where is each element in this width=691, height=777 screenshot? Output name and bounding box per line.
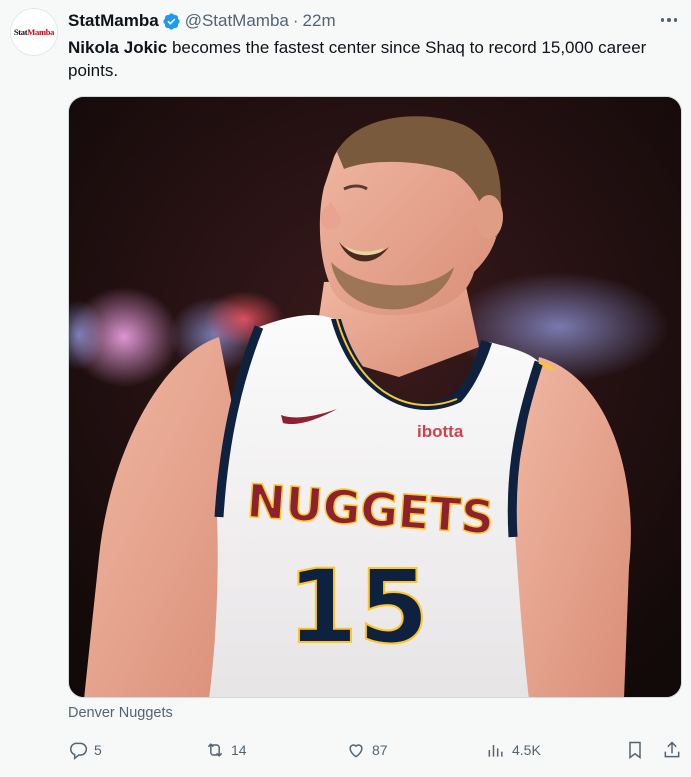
tweet-media-image[interactable]: ibotta NUGGETS 15 [68,96,682,698]
verified-badge-icon[interactable] [162,12,181,31]
avatar[interactable]: Stat Mamba [10,8,58,56]
heart-icon [349,744,363,758]
share-button[interactable] [662,738,682,762]
avatar-text-mamba: Mamba [27,27,55,37]
more-options-icon[interactable] [657,10,681,30]
views-button[interactable]: 4.5K [486,738,541,762]
reply-button[interactable]: 5 [68,738,102,762]
repost-icon [207,743,223,757]
user-handle[interactable]: @StatMamba [185,11,289,31]
tweet-text: Nikola Jokic becomes the fastest center … [68,36,668,82]
like-button[interactable]: 87 [346,738,388,762]
bookmark-icon [629,741,641,759]
tweet-header: StatMamba @StatMamba · 22m [68,10,336,32]
repost-button[interactable]: 14 [205,738,247,762]
jersey-sponsor: ibotta [417,422,464,441]
share-icon [664,741,680,758]
jersey-number: 15 [287,548,429,667]
tweet-text-bold: Nikola Jokic [68,38,168,57]
tweet-actions: 5 14 87 4.5K [68,738,682,762]
views-chart-icon [488,745,503,757]
separator-dot: · [292,11,299,30]
reply-count: 5 [94,742,102,758]
player-photo: ibotta NUGGETS 15 [69,97,681,697]
like-count: 87 [372,742,388,758]
display-name[interactable]: StatMamba [68,11,159,31]
repost-count: 14 [231,742,247,758]
media-caption[interactable]: Denver Nuggets [68,705,173,721]
avatar-text-stat: Stat [13,27,28,37]
bookmark-button[interactable] [625,738,645,762]
reply-icon [70,742,88,760]
views-count: 4.5K [512,742,541,758]
timestamp[interactable]: 22m [303,11,336,31]
